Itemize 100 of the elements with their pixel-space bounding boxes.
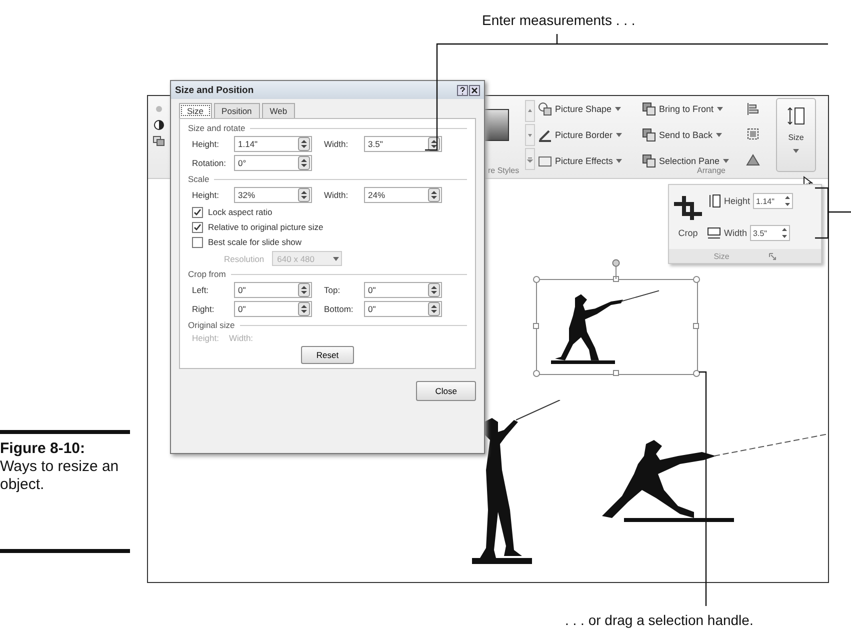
crop-icon[interactable] (674, 196, 702, 220)
ribbon-button[interactable]: Bring to Front (642, 99, 729, 119)
caret-icon (616, 132, 622, 138)
info-label: Width: (228, 333, 254, 343)
shapes-icon (538, 102, 552, 116)
checkbox-label: Best scale for slide show (208, 237, 302, 247)
group-label: Arrange (697, 166, 726, 175)
spinner-field[interactable]: 0" (364, 282, 442, 298)
pictures-icon[interactable] (153, 136, 165, 146)
caret-icon (614, 106, 621, 112)
spinner-field[interactable]: 32% (234, 187, 312, 203)
stacked-squares-icon (642, 154, 656, 168)
spin-buttons[interactable] (428, 302, 440, 316)
selection-handle[interactable] (533, 370, 540, 377)
checkbox-label: Relative to original picture size (208, 222, 324, 232)
field-label: Height: (192, 139, 220, 149)
spinner-field[interactable]: 1.14" (234, 136, 312, 152)
field-label: Left: (192, 285, 210, 295)
checkbox[interactable] (192, 222, 203, 232)
spinner-field[interactable]: 3.5" (750, 225, 790, 241)
checkbox[interactable] (192, 206, 203, 218)
spinner-field[interactable]: 0° (234, 155, 312, 171)
ribbon-button[interactable]: Picture Border (538, 125, 622, 145)
spinner-field[interactable]: 24% (364, 187, 442, 203)
reset-button[interactable]: Reset (301, 346, 354, 364)
field-label: Width: (324, 190, 350, 200)
scroll-down-icon[interactable] (525, 124, 535, 146)
figure-caption: Figure 8-10: Ways to resize an object. (0, 440, 120, 494)
close-icon[interactable] (469, 84, 480, 96)
help-icon[interactable] (457, 84, 468, 96)
height-icon (707, 194, 721, 208)
spinner-field[interactable]: 0" (234, 282, 312, 298)
spin-buttons[interactable] (298, 283, 310, 297)
dialog-title: Size and Position (175, 84, 254, 96)
align-icon[interactable] (746, 102, 760, 116)
rotate-icon[interactable] (746, 152, 760, 166)
ribbon-button[interactable]: Picture Shape (538, 99, 622, 119)
spin-buttons[interactable] (298, 156, 310, 170)
contrast-icon[interactable] (154, 120, 164, 130)
section-heading: Crop from (188, 269, 226, 279)
group-icon[interactable] (746, 127, 760, 141)
callout-text: . . . or drag a selection handle. (565, 612, 754, 628)
width-icon (707, 226, 721, 240)
info-label: Height: (192, 333, 219, 343)
pencil-icon (538, 128, 552, 142)
rotation-handle[interactable] (612, 259, 620, 279)
more-icon[interactable] (525, 148, 535, 170)
spin-buttons[interactable] (428, 188, 440, 202)
spin-buttons[interactable] (785, 196, 790, 206)
spinner-field[interactable]: 1.14" (753, 193, 794, 209)
caret-icon (716, 132, 722, 138)
section-heading: Original size (188, 320, 235, 330)
selection-handle[interactable] (693, 370, 700, 377)
leader-line (814, 187, 851, 239)
frame-icon (538, 154, 552, 168)
stacked-squares-icon (642, 128, 656, 142)
field-label: Right: (192, 304, 216, 314)
caret-icon (333, 256, 340, 262)
ribbon-button[interactable]: Picture Effects (538, 151, 622, 171)
spinner-field[interactable]: 0" (234, 301, 312, 317)
caret-icon (616, 158, 622, 164)
field-label: Top: (324, 285, 342, 295)
spin-buttons[interactable] (428, 283, 440, 297)
dialog-tab[interactable]: Size (179, 103, 212, 118)
spinner-field[interactable]: 3.5" (364, 136, 442, 152)
section-heading: Scale (188, 174, 210, 184)
resize-icon (785, 105, 807, 127)
selection-handle[interactable] (533, 276, 540, 283)
field-label: Bottom: (324, 304, 354, 314)
spin-buttons[interactable] (782, 228, 788, 238)
group-label: re Styles (488, 166, 520, 175)
section-heading: Size and rotate (188, 123, 246, 133)
dialog-launcher-icon[interactable] (769, 252, 776, 260)
caret-icon (716, 106, 723, 112)
field-label: Height: (192, 190, 220, 200)
size-button[interactable]: Size (776, 98, 816, 172)
stacked-squares-icon (642, 102, 656, 116)
dialog-tab[interactable]: Web (262, 103, 296, 118)
spin-buttons[interactable] (298, 302, 310, 316)
selection-handle[interactable] (693, 323, 699, 329)
selection-handle[interactable] (533, 323, 539, 329)
group-label: Size (714, 252, 730, 260)
checkbox-label: Lock aspect ratio (208, 207, 272, 217)
selection-handle[interactable] (613, 370, 619, 376)
field-label: Height (724, 196, 750, 206)
close-button[interactable]: Close (416, 381, 476, 401)
caret-icon (722, 158, 729, 164)
field-label: Width (724, 228, 748, 238)
dialog-tab[interactable]: Position (214, 103, 260, 118)
selection-handle[interactable] (693, 276, 700, 283)
ribbon-button[interactable]: Send to Back (642, 125, 729, 145)
selection-handle[interactable] (613, 276, 619, 282)
scroll-up-icon[interactable] (525, 100, 535, 122)
spin-buttons[interactable] (298, 188, 310, 202)
caret-icon (793, 148, 799, 154)
spinner-field[interactable]: 0" (364, 301, 442, 317)
crop-label[interactable]: Crop (678, 228, 698, 238)
field-label: Width: (324, 139, 350, 149)
spin-buttons[interactable] (298, 137, 310, 151)
checkbox[interactable] (192, 236, 203, 248)
